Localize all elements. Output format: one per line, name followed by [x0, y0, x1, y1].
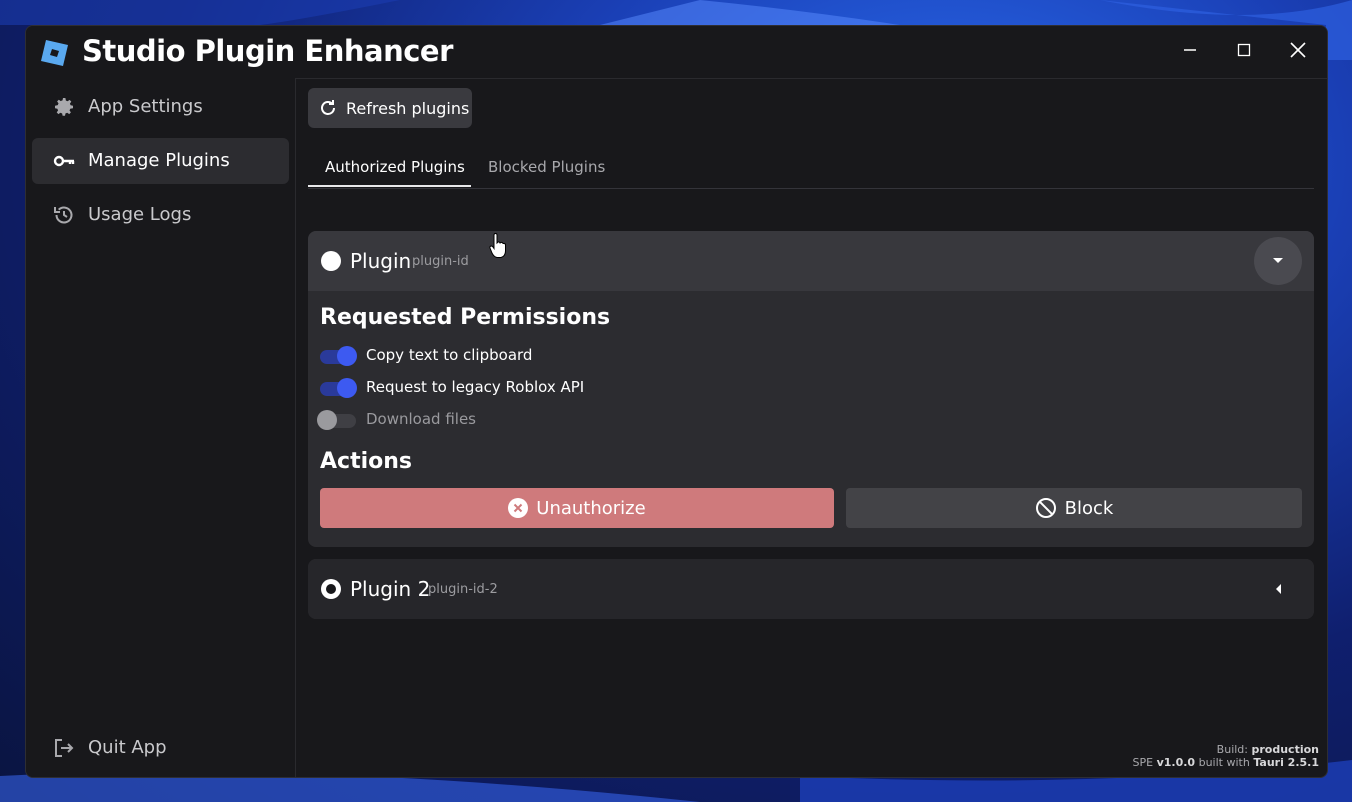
close-icon — [1290, 42, 1306, 58]
quit-app-button[interactable]: Quit App — [32, 725, 289, 771]
app-window: Studio Plugin Enhancer App Settings Mana… — [25, 25, 1328, 778]
permission-toggle-row[interactable]: Copy text to clipboard — [320, 344, 720, 368]
hand-cursor-icon — [489, 233, 506, 258]
permission-toggle-row[interactable]: Request to legacy Roblox API — [320, 376, 720, 400]
x-circle-icon — [508, 498, 529, 518]
plugin-card-header[interactable]: Plugin 2 plugin-id-2 — [308, 559, 1314, 619]
plugin-id: plugin-id — [412, 254, 469, 269]
sidebar-item-app-settings[interactable]: App Settings — [32, 84, 289, 130]
tab-authorized-plugins[interactable]: Authorized Plugins — [325, 158, 465, 176]
toggle-knob[interactable] — [317, 410, 337, 430]
refresh-plugins-label: Refresh plugins — [346, 99, 470, 118]
minimize-button[interactable] — [1172, 34, 1208, 66]
collapse-button[interactable] — [1254, 237, 1302, 285]
app-version: v1.0.0 — [1156, 756, 1196, 769]
key-icon — [53, 155, 75, 167]
toggle-knob[interactable] — [337, 346, 357, 366]
actions-heading: Actions — [320, 449, 412, 474]
permission-label: Copy text to clipboard — [366, 346, 533, 364]
permission-toggle-row[interactable]: Download files — [317, 408, 720, 432]
build-value: production — [1251, 743, 1320, 756]
plugin-name: Plugin 2 — [350, 577, 431, 601]
plugin-card: Plugin plugin-id Requested Permissions C… — [308, 231, 1314, 547]
build-info: Build: production SPE v1.0.0 built with … — [1133, 743, 1319, 769]
gear-icon — [55, 98, 73, 116]
refresh-icon — [321, 100, 335, 115]
caret-down-icon — [1273, 258, 1283, 263]
caret-left-icon — [1276, 584, 1281, 594]
plugin-select-radio[interactable] — [321, 251, 341, 271]
active-tab-indicator — [308, 185, 471, 187]
sidebar-item-label: Usage Logs — [88, 204, 192, 225]
quit-app-label: Quit App — [88, 737, 167, 758]
expand-button[interactable] — [1254, 565, 1302, 613]
title-bar[interactable]: Studio Plugin Enhancer — [26, 26, 1327, 79]
built-with-text: built with — [1198, 756, 1250, 769]
plugin-tabs: Authorized Plugins Blocked Plugins — [308, 146, 1314, 189]
main-content: Refresh plugins Authorized Plugins Block… — [296, 78, 1327, 777]
plugin-id: plugin-id-2 — [428, 582, 498, 597]
maximize-button[interactable] — [1226, 34, 1262, 66]
framework-version: Tauri 2.5.1 — [1253, 756, 1319, 769]
plugin-card-header[interactable]: Plugin plugin-id — [308, 231, 1314, 291]
app-abbr: SPE — [1132, 756, 1154, 769]
sidebar-item-label: App Settings — [88, 96, 203, 117]
permission-label: Request to legacy Roblox API — [366, 378, 585, 396]
build-prefix: Build: — [1216, 743, 1248, 756]
refresh-plugins-button[interactable]: Refresh plugins — [308, 88, 472, 128]
plugin-card: Plugin 2 plugin-id-2 — [308, 559, 1314, 619]
sidebar-item-manage-plugins[interactable]: Manage Plugins — [32, 138, 289, 184]
minimize-icon — [1184, 49, 1196, 51]
close-button[interactable] — [1280, 34, 1316, 66]
logout-icon — [55, 739, 74, 757]
plugin-name: Plugin — [350, 249, 412, 273]
sidebar-item-usage-logs[interactable]: Usage Logs — [32, 192, 289, 238]
maximize-icon — [1237, 43, 1251, 57]
history-icon — [54, 206, 73, 224]
permission-label: Download files — [366, 410, 476, 428]
permissions-heading: Requested Permissions — [320, 305, 611, 330]
block-button[interactable]: Block — [846, 488, 1302, 528]
block-label: Block — [1064, 497, 1114, 519]
tab-blocked-plugins[interactable]: Blocked Plugins — [488, 158, 605, 176]
plugin-select-radio[interactable] — [321, 579, 341, 599]
toggle-knob[interactable] — [337, 378, 357, 398]
sidebar: App Settings Manage Plugins Usage Logs Q… — [26, 78, 296, 777]
app-title: Studio Plugin Enhancer — [82, 34, 453, 68]
block-icon — [1035, 498, 1056, 518]
roblox-studio-logo-icon — [41, 40, 68, 66]
sidebar-item-label: Manage Plugins — [88, 150, 230, 171]
unauthorize-label: Unauthorize — [536, 497, 646, 519]
unauthorize-button[interactable]: Unauthorize — [320, 488, 834, 528]
